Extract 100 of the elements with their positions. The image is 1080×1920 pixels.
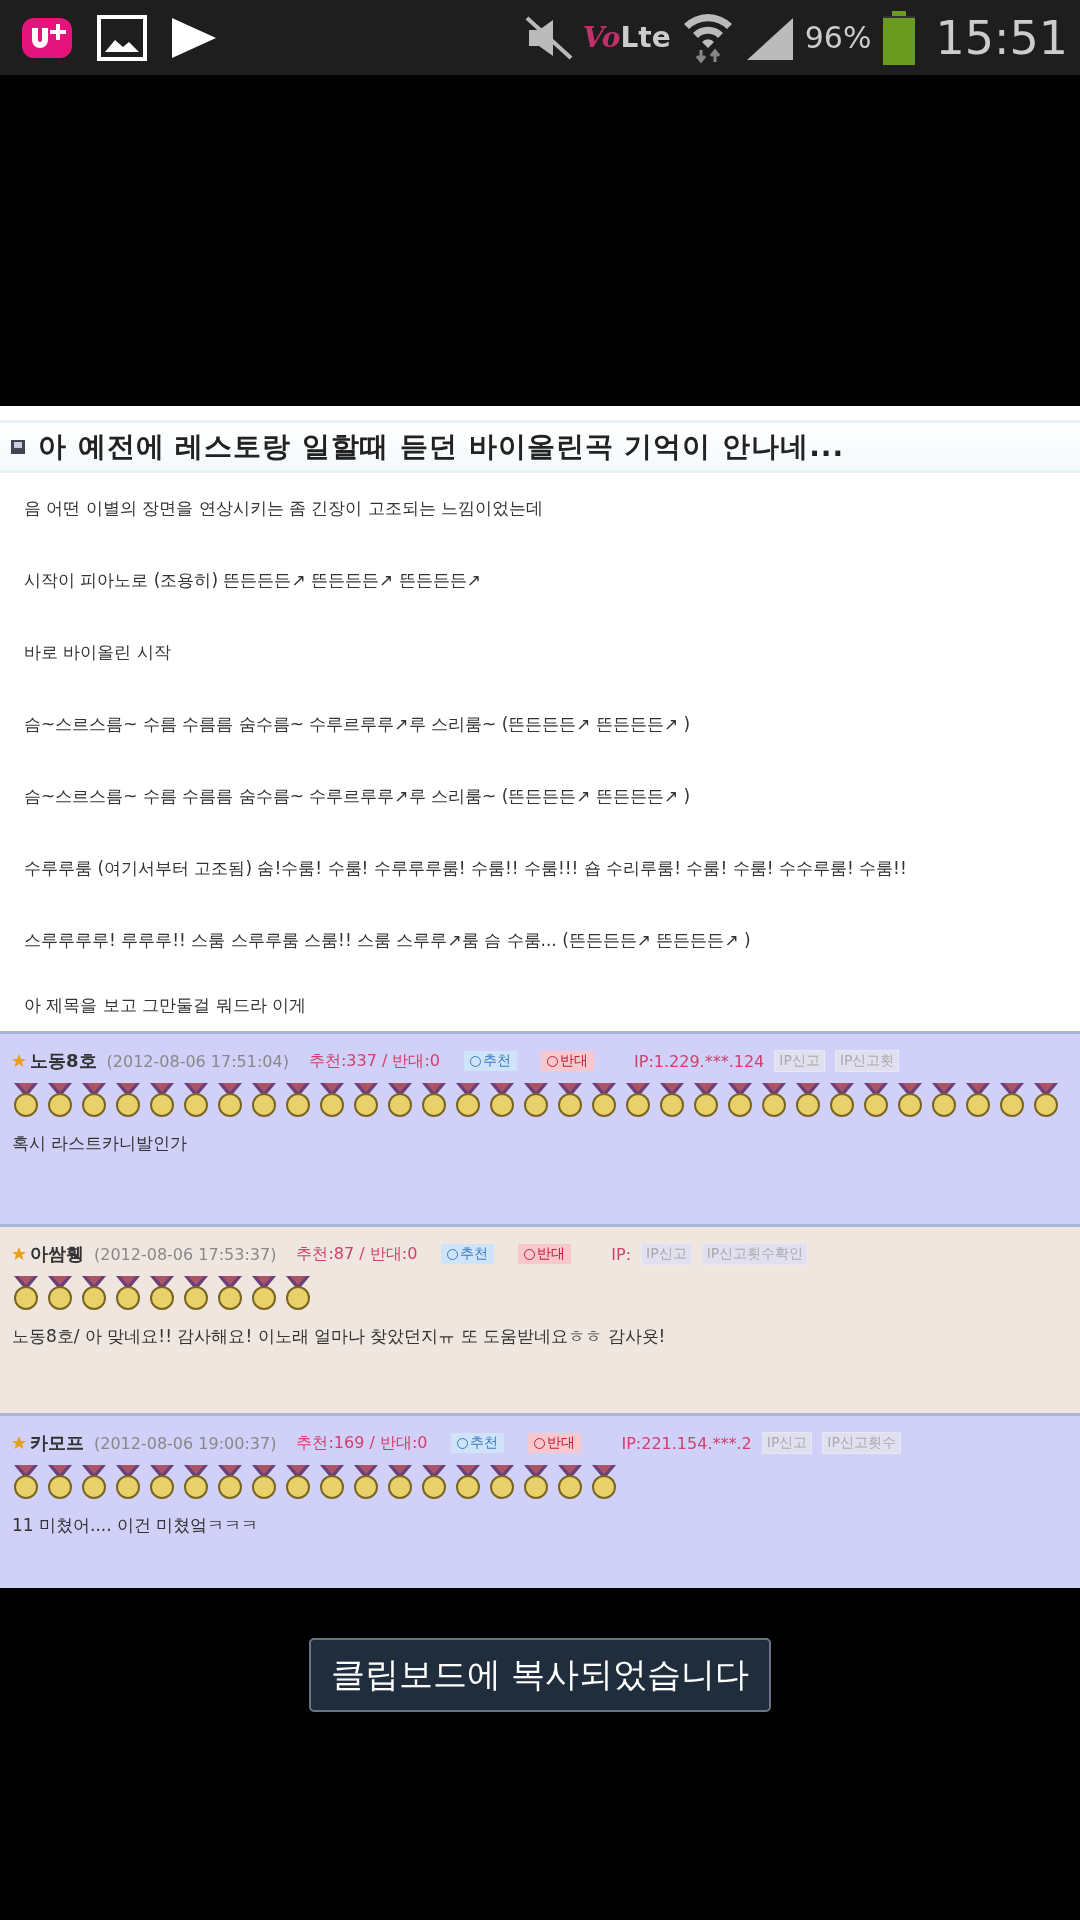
medal-icon [182, 1464, 210, 1500]
volte-label: VoLte [582, 21, 671, 54]
medal-icon [250, 1082, 278, 1118]
medal-icon [148, 1275, 176, 1311]
medal-icon [794, 1082, 822, 1118]
medal-icon [80, 1082, 108, 1118]
medal-icon [420, 1082, 448, 1118]
upvote-button[interactable]: 추천 [464, 1051, 517, 1071]
medal-icon [284, 1082, 312, 1118]
medal-icon [216, 1275, 244, 1311]
medal-icon [998, 1082, 1026, 1118]
medal-icon [46, 1275, 74, 1311]
battery-icon [881, 9, 918, 66]
medal-icon [930, 1082, 958, 1118]
medal-icon [250, 1464, 278, 1500]
post-title: 아 예전에 레스토랑 일할때 듣던 바이올린곡 기억이 안나네... [38, 428, 845, 465]
post-text-line: 스루루루루! 루루루!! 스룸 스루루룸 스룸!! 스룸 스루루↗룸 슴 수룸... (뜬든든든↗ 뜬든든든↗ ) [24, 929, 752, 952]
medal-icon [624, 1082, 652, 1118]
medal-icon [216, 1464, 244, 1500]
comment-text: 혹시 라스트카니발인가 [12, 1132, 189, 1155]
post-text-line: 슴~스르스름~ 수름 수름름 숨수름~ 수루르루루↗루 스리룸~ (뜬든든든↗ 뜬든든든↗ ) [24, 713, 692, 736]
star-icon [12, 1436, 26, 1450]
star-icon [12, 1247, 26, 1261]
medal-icon [454, 1082, 482, 1118]
medal-icon [182, 1082, 210, 1118]
battery-percent: 96% [804, 20, 872, 55]
medal-icon [182, 1275, 210, 1311]
comment-date: (2012-08-06 17:51:04) [106, 1051, 289, 1071]
comment-text: 11 미쳤어.... 이건 미쳤엌ㅋㅋㅋ [12, 1514, 260, 1537]
vote-count: 추천:87 / 반대:0 [296, 1243, 418, 1265]
medal-icon [12, 1082, 40, 1118]
ip-address: IP:221.154.***.2 [621, 1433, 752, 1453]
post-text-line: 바로 바이올린 시작 [24, 641, 172, 664]
medal-icon [556, 1082, 584, 1118]
post-text-line: 아 제목을 보고 그만둘걸 뭐드라 이게 [24, 994, 308, 1017]
medal-icon [420, 1464, 448, 1500]
downvote-button[interactable]: 반대 [528, 1433, 582, 1453]
medal-icon [284, 1275, 312, 1311]
post-text-line: 수루루룸 (여기서부터 고조됨) 숨!수룸! 수룸! 수루루루룸! 수룸!! 수룸!!! 숍 수리루룸! 수룸! 수룸! 수수루룸! 수룸!! [24, 857, 908, 880]
medal-icon [590, 1464, 618, 1500]
medal-icon [46, 1082, 74, 1118]
medal-icon [250, 1275, 278, 1311]
report-count-button[interactable]: IP신고횟수확인 [701, 1243, 809, 1265]
image-icon [96, 13, 148, 62]
medal-icon [352, 1464, 380, 1500]
upvote-button[interactable]: 추천 [451, 1433, 505, 1453]
medal-icon [12, 1464, 40, 1500]
medal-icon [862, 1082, 890, 1118]
comment-date: (2012-08-06 19:00:37) [94, 1433, 277, 1453]
medal-icon [488, 1464, 516, 1500]
medal-icon [114, 1275, 142, 1311]
medal-icon [216, 1082, 244, 1118]
medal-icon [522, 1082, 550, 1118]
upvote-button[interactable]: 추천 [441, 1244, 495, 1264]
vote-count: 추천:169 / 반대:0 [296, 1432, 428, 1454]
medal-icon [896, 1082, 924, 1118]
medal-icon [828, 1082, 856, 1118]
medal-icon [454, 1464, 482, 1500]
document-icon [10, 438, 26, 455]
downvote-button[interactable]: 반대 [518, 1244, 572, 1264]
medal-icon [522, 1464, 550, 1500]
medal-icon [148, 1082, 176, 1118]
medal-icon [1032, 1082, 1060, 1118]
medal-icon [760, 1082, 788, 1118]
medal-icon [114, 1464, 142, 1500]
downvote-button[interactable]: 반대 [541, 1051, 594, 1071]
medal-icon [488, 1082, 516, 1118]
medal-icon [386, 1082, 414, 1118]
medal-icon [114, 1082, 142, 1118]
medal-icon [556, 1464, 584, 1500]
medal-icon [80, 1275, 108, 1311]
medal-icon [46, 1464, 74, 1500]
comment-author: 노동8호 [30, 1049, 97, 1073]
comment-author: 아쌈휑 [30, 1242, 84, 1266]
report-count-button[interactable]: IP신고횟 [834, 1050, 900, 1072]
star-icon [12, 1054, 26, 1068]
post-text-line: 시작이 피아노로 (조용히) 뜬든든든↗ 뜬든든든↗ 뜬든든든↗ [24, 569, 483, 592]
comment-text: 노동8호/ 아 맞네요!! 감사해요! 이노래 얼마나 찾았던지ㅠ 또 도움받네요ㅎㅎ 감사욧! [12, 1325, 667, 1348]
clock: 15:51 [935, 10, 1068, 65]
medal-icon [352, 1082, 380, 1118]
comment-author: 카모프 [30, 1431, 84, 1455]
medal-icon [726, 1082, 754, 1118]
medal-icon [148, 1464, 176, 1500]
medal-icon [12, 1275, 40, 1311]
ip-address: IP: [611, 1244, 632, 1264]
medal-icon [386, 1464, 414, 1500]
toast-message: 클립보드에 복사되었습니다 [308, 1638, 772, 1712]
medal-icon [318, 1082, 346, 1118]
vote-count: 추천:337 / 반대:0 [308, 1050, 440, 1072]
post-text-line: 슴~스르스름~ 수름 수름름 숨수름~ 수루르루루↗루 스리룸~ (뜬든든든↗ 뜬든든든↗ ) [24, 785, 692, 808]
medal-icon [590, 1082, 618, 1118]
medal-icon [318, 1464, 346, 1500]
medal-icon [80, 1464, 108, 1500]
report-button[interactable]: IP신고 [761, 1432, 813, 1454]
medal-icon [658, 1082, 686, 1118]
comment-date: (2012-08-06 17:53:37) [94, 1244, 277, 1264]
medal-icon [692, 1082, 720, 1118]
medal-icon [284, 1464, 312, 1500]
post-text-line: 음 어떤 이별의 장면을 연상시키는 좀 긴장이 고조되는 느낌이었는데 [24, 497, 545, 520]
medal-icon [964, 1082, 992, 1118]
